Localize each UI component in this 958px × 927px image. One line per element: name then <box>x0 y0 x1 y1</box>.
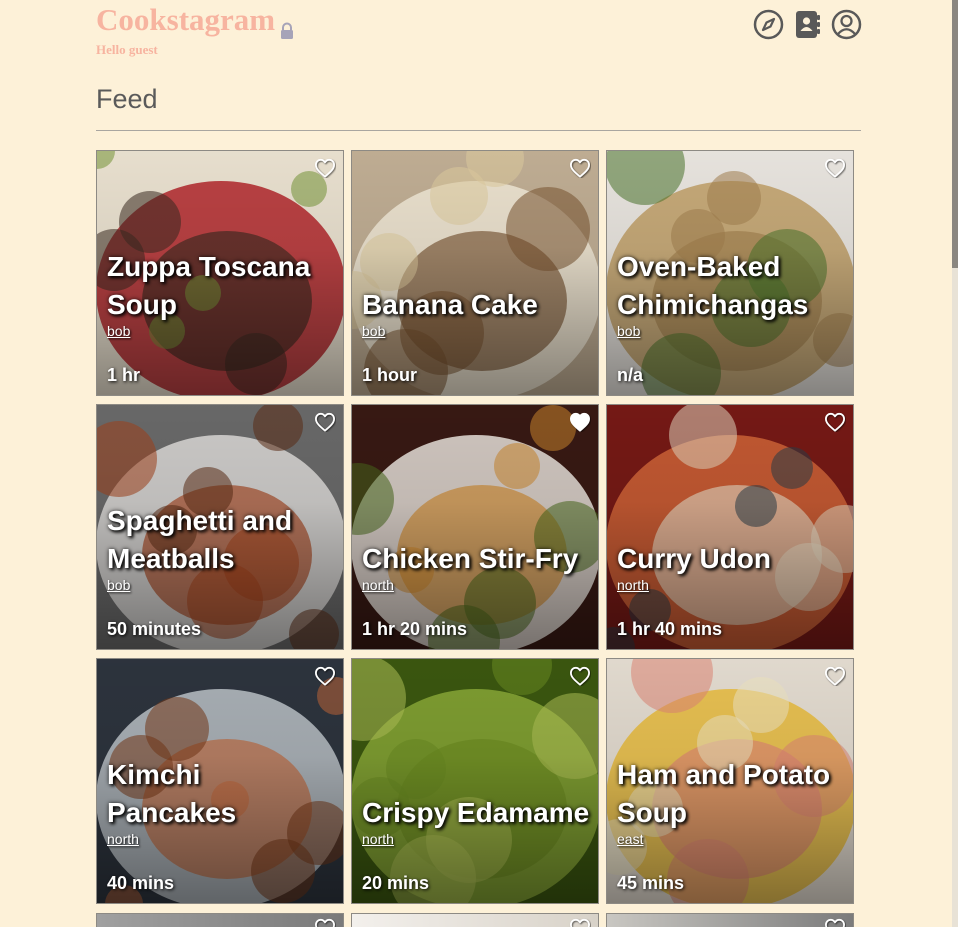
recipe-book-button[interactable] <box>792 9 823 40</box>
recipe-cook-time: 1 hr 40 mins <box>617 619 723 639</box>
recipe-cook-time: 1 hr <box>107 365 141 385</box>
recipe-card[interactable]: Kimchi Pancakes north 40 mins <box>96 658 344 904</box>
recipe-cook-time: 45 mins <box>617 873 685 893</box>
lock-icon <box>279 12 295 39</box>
recipe-author-link[interactable]: bob <box>107 323 130 339</box>
recipe-card[interactable]: Crispy Edamame north 20 mins <box>351 658 599 904</box>
recipe-title: Crispy Edamame <box>362 797 590 828</box>
recipe-card[interactable]: Spaghetti and Meatballs bob 50 minutes <box>96 404 344 650</box>
brand-logo[interactable]: Cookstagram <box>96 2 295 39</box>
heart-icon[interactable] <box>824 158 846 178</box>
photo-overlay <box>352 659 598 903</box>
recipe-author-link[interactable]: north <box>617 577 649 593</box>
recipe-card[interactable]: Oven-Baked Chimichangas bob n/a <box>606 150 854 396</box>
recipe-author-link[interactable]: north <box>107 831 139 847</box>
recipe-cook-time: n/a <box>617 365 644 385</box>
heart-icon[interactable] <box>824 412 846 432</box>
recipe-title: Zuppa Toscana Soup <box>107 251 311 320</box>
title-divider <box>96 130 861 131</box>
recipe-cook-time: 1 hr 20 mins <box>362 619 468 639</box>
recipe-feed-grid: Zuppa Toscana Soup bob 1 hr Banana Cake bob 1… <box>96 150 854 904</box>
scrollbar-thumb[interactable] <box>952 0 958 268</box>
recipe-card-partial[interactable] <box>96 913 344 927</box>
heart-icon[interactable] <box>314 918 336 927</box>
user-circle-icon <box>831 9 862 40</box>
compass-icon <box>753 9 784 40</box>
photo-overlay <box>352 151 598 395</box>
photo-overlay <box>607 405 853 649</box>
page-title: Feed <box>96 84 158 114</box>
recipe-title: Chicken Stir-Fry <box>362 543 579 574</box>
recipe-title: Banana Cake <box>362 289 538 320</box>
recipe-author-link[interactable]: north <box>362 831 394 847</box>
header-nav <box>753 9 862 40</box>
recipe-feed-next-row <box>96 913 854 927</box>
recipe-author-link[interactable]: bob <box>617 323 640 339</box>
recipe-author-link[interactable]: bob <box>107 577 130 593</box>
recipe-title: Kimchi Pancakes <box>107 759 237 828</box>
recipe-cook-time: 40 mins <box>107 873 175 893</box>
recipe-title: Oven-Baked Chimichangas <box>617 251 809 320</box>
profile-button[interactable] <box>831 9 862 40</box>
photo-overlay <box>352 405 598 649</box>
heart-icon[interactable] <box>314 158 336 178</box>
recipe-author-link[interactable]: north <box>362 577 394 593</box>
site-header: Cookstagram Hello guest <box>96 0 862 64</box>
recipe-card-partial[interactable] <box>351 913 599 927</box>
recipe-cook-time: 1 hour <box>362 365 418 385</box>
page-scrollbar[interactable] <box>952 0 958 927</box>
recipe-author-link[interactable]: bob <box>362 323 385 339</box>
recipe-card[interactable]: Ham and Potato Soup east 45 mins <box>606 658 854 904</box>
heart-icon[interactable] <box>314 666 336 686</box>
recipe-author-link[interactable]: east <box>617 831 643 847</box>
recipe-card[interactable]: Curry Udon north 1 hr 40 mins <box>606 404 854 650</box>
heart-icon[interactable] <box>824 666 846 686</box>
heart-icon[interactable] <box>569 158 591 178</box>
recipe-card[interactable]: Chicken Stir-Fry north 1 hr 20 mins <box>351 404 599 650</box>
recipe-card-partial[interactable] <box>606 913 854 927</box>
contacts-book-icon <box>795 11 820 38</box>
heart-filled-icon[interactable] <box>569 412 591 432</box>
recipe-title: Spaghetti and Meatballs <box>107 505 293 574</box>
heart-icon[interactable] <box>569 918 591 927</box>
heart-icon[interactable] <box>569 666 591 686</box>
recipe-cook-time: 20 mins <box>362 873 430 893</box>
recipe-title: Curry Udon <box>617 543 771 574</box>
brand-name[interactable]: Cookstagram <box>96 2 275 38</box>
recipe-title: Ham and Potato Soup <box>617 759 831 828</box>
recipe-cook-time: 50 minutes <box>107 619 202 639</box>
explore-button[interactable] <box>753 9 784 40</box>
heart-icon[interactable] <box>824 918 846 927</box>
greeting-text: Hello guest <box>96 42 158 57</box>
recipe-card[interactable]: Banana Cake bob 1 hour <box>351 150 599 396</box>
heart-icon[interactable] <box>314 412 336 432</box>
recipe-card[interactable]: Zuppa Toscana Soup bob 1 hr <box>96 150 344 396</box>
